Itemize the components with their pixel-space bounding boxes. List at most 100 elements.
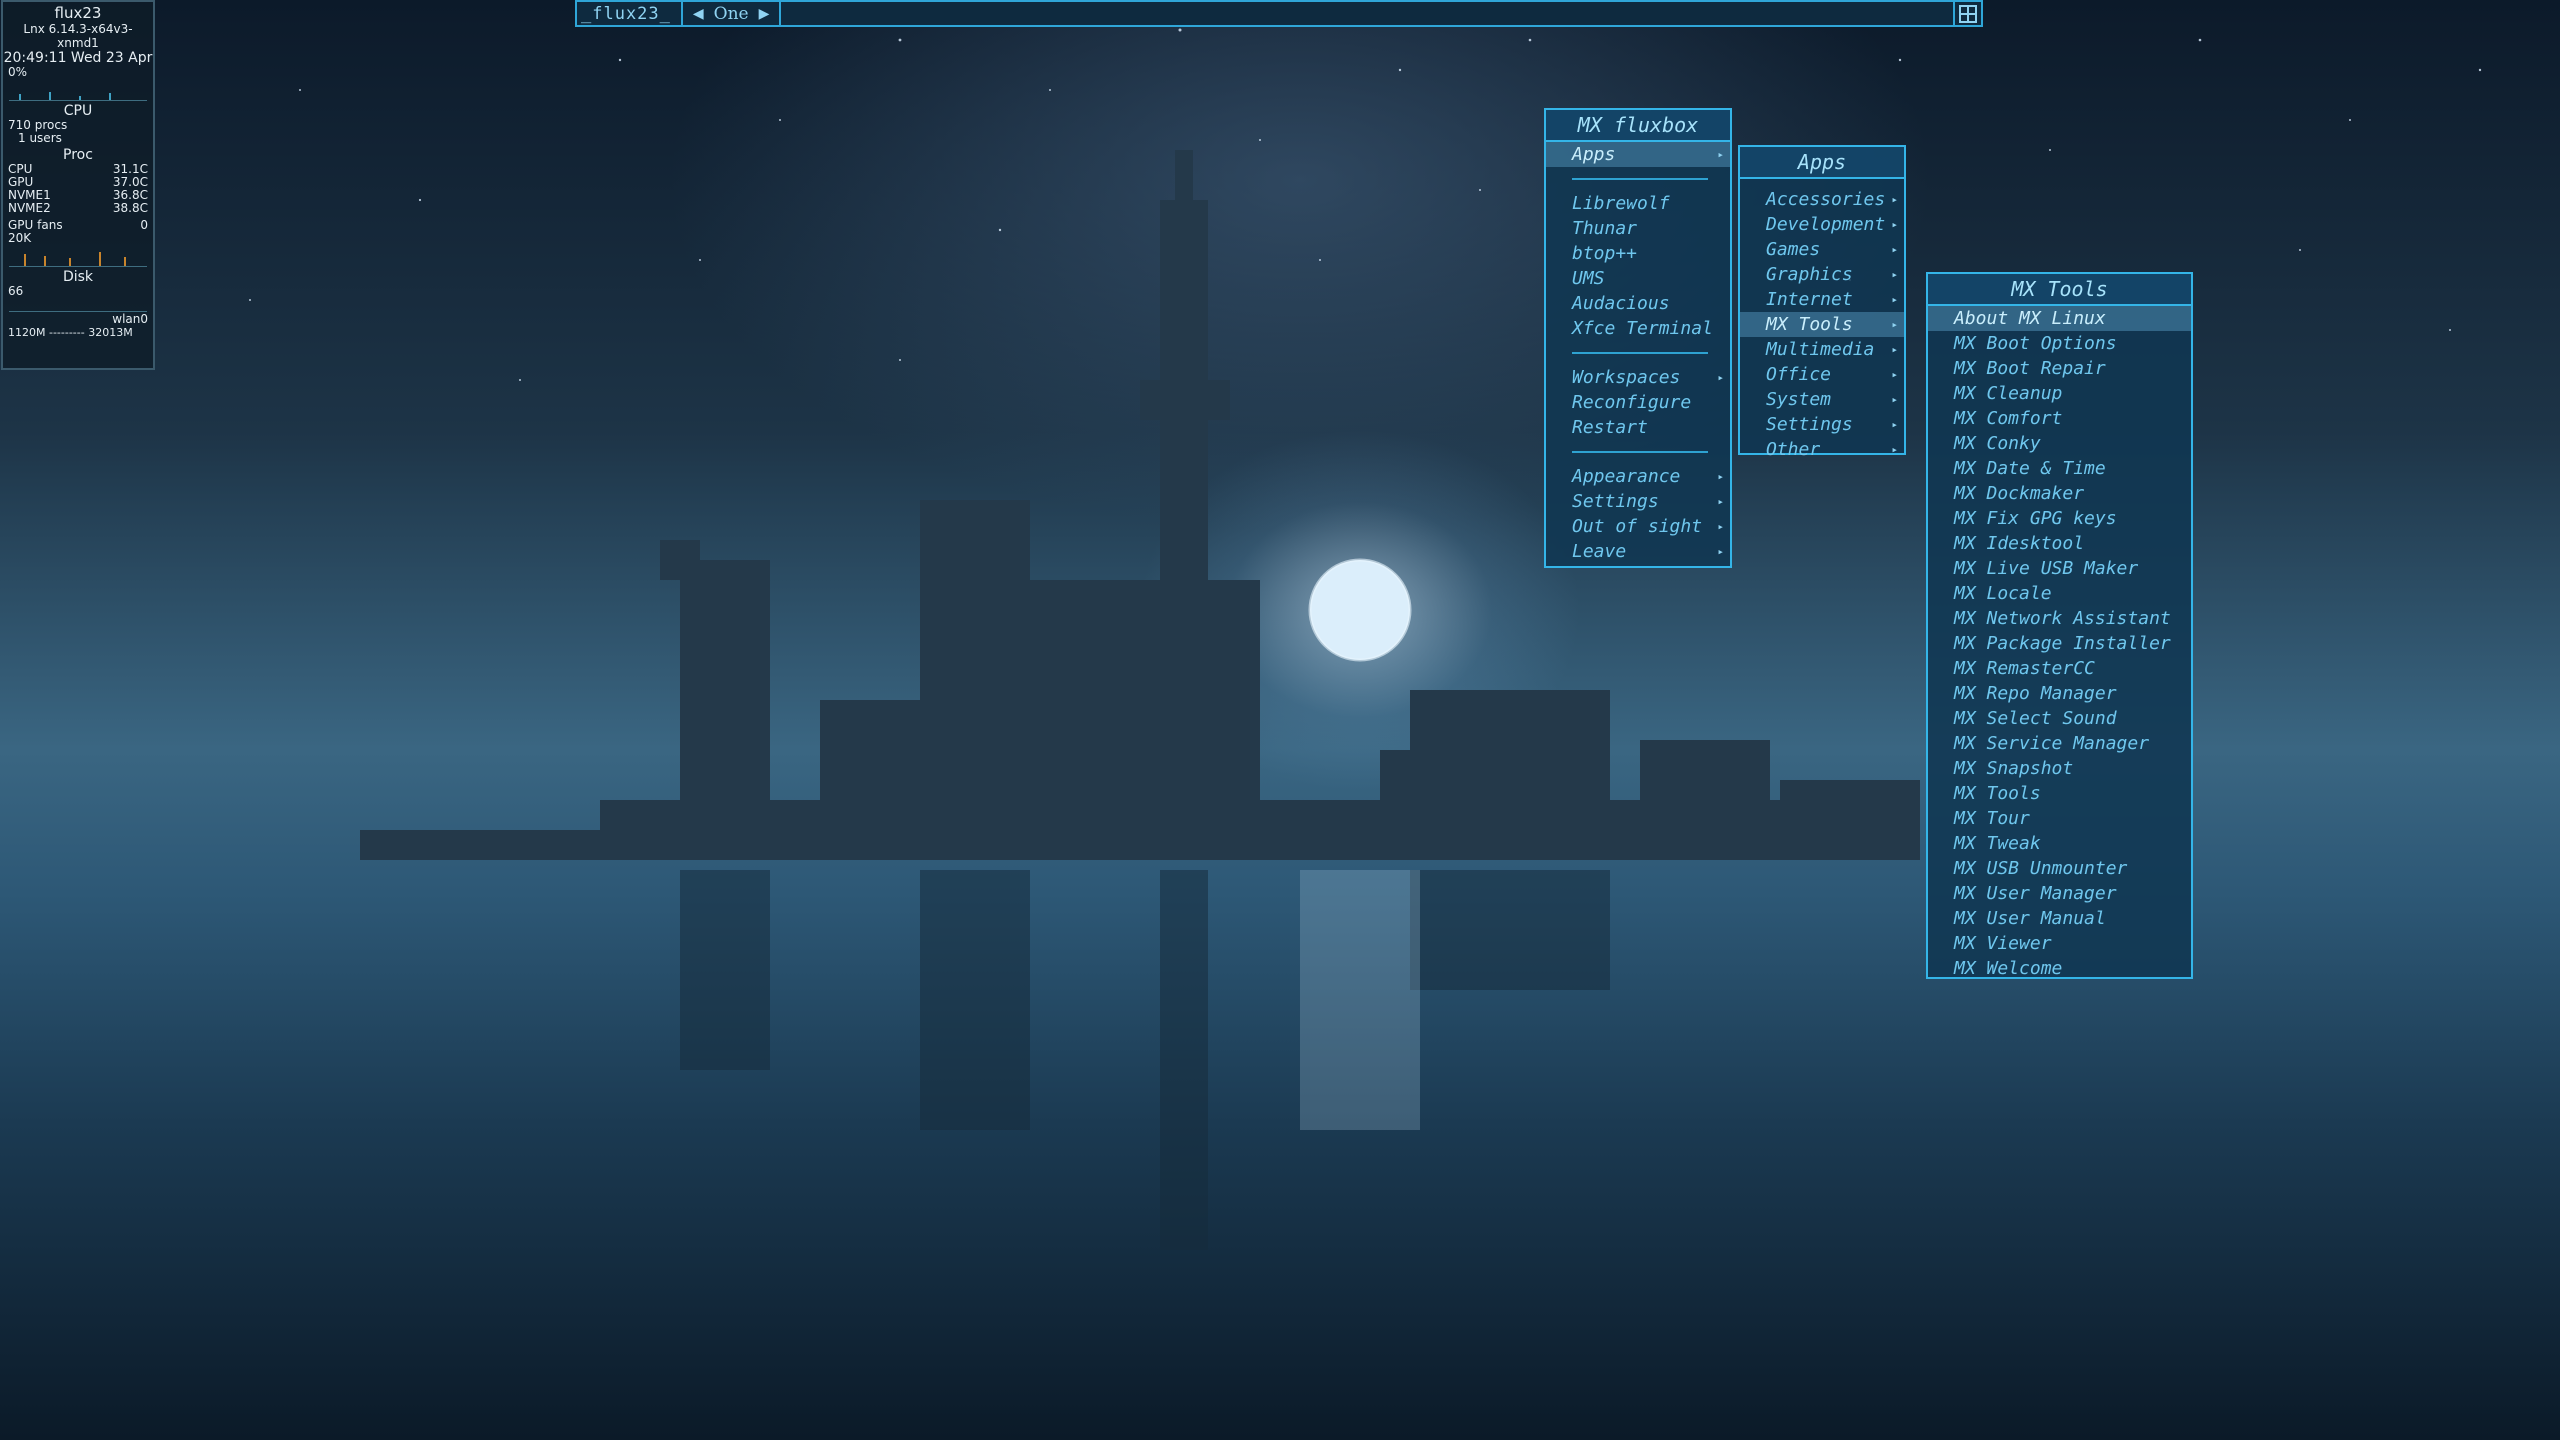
mx-tools-item-about-mx-linux[interactable]: About MX Linux <box>1928 306 2191 331</box>
mx-tools-item-mx-viewer[interactable]: MX Viewer <box>1928 931 2191 956</box>
conky-proc-scale-row: 20K <box>3 232 153 245</box>
mx-tools-item-mx-boot-options[interactable]: MX Boot Options <box>1928 331 2191 356</box>
menu-item-xfce-terminal[interactable]: Xfce Terminal <box>1546 316 1730 341</box>
menu-item-label: Multimedia <box>1766 339 1875 360</box>
submenu-arrow-icon: ▸ <box>1891 268 1898 281</box>
menu-item-appearance[interactable]: Appearance ▸ <box>1546 464 1730 489</box>
mx-tools-item-mx-comfort[interactable]: MX Comfort <box>1928 406 2191 431</box>
mx-tools-item-mx-conky[interactable]: MX Conky <box>1928 431 2191 456</box>
submenu-arrow-icon: ▸ <box>1891 293 1898 306</box>
menu-item-settings[interactable]: Settings ▸ <box>1546 489 1730 514</box>
mx-tools-item-mx-locale[interactable]: MX Locale <box>1928 581 2191 606</box>
mx-tools-item-mx-network-assistant[interactable]: MX Network Assistant <box>1928 606 2191 631</box>
menu-item-label: Leave <box>1572 541 1627 562</box>
mx-tools-item-mx-user-manual[interactable]: MX User Manual <box>1928 906 2191 931</box>
conky-users-row: 1 users <box>3 132 153 145</box>
prev-workspace-button[interactable]: ◀ <box>693 6 704 22</box>
workspace-switcher: ◀ One ▶ <box>683 2 782 25</box>
menu-item-label: Apps <box>1572 144 1616 165</box>
menu-item-label: Graphics <box>1766 264 1853 285</box>
apps-item-system[interactable]: System ▸ <box>1740 387 1904 412</box>
apps-item-mx-tools[interactable]: MX Tools ▸ <box>1740 312 1904 337</box>
conky-proc-label: Proc <box>63 147 93 163</box>
menu-item-restart[interactable]: Restart <box>1546 415 1730 440</box>
apps-item-development[interactable]: Development ▸ <box>1740 212 1904 237</box>
apps-item-settings[interactable]: Settings ▸ <box>1740 412 1904 437</box>
apps-item-accessories[interactable]: Accessories ▸ <box>1740 187 1904 212</box>
apps-menu-items: Accessories ▸ Development ▸ Games ▸ Graphics ▸ I… <box>1740 187 1904 462</box>
menu-item-label: Settings <box>1766 414 1853 435</box>
conky-cpu-label: CPU <box>63 103 93 119</box>
cpu-graph-bars <box>19 92 111 100</box>
conky-net-line: 1120M --------- 32013M <box>8 326 133 339</box>
workspace-name[interactable]: One <box>714 4 749 24</box>
conky-users: 1 users <box>18 131 62 145</box>
mx-tools-item-mx-usb-unmounter[interactable]: MX USB Unmounter <box>1928 856 2191 881</box>
root-menu: MX fluxbox Apps ▸ Librewolf Thunar btop++… <box>1544 108 1732 568</box>
conky-kernel: Lnx 6.14.3-x64v3-xnmd1 <box>23 22 133 50</box>
conky-disk-row: 66 <box>3 285 153 298</box>
apps-item-multimedia[interactable]: Multimedia ▸ <box>1740 337 1904 362</box>
window-layout-icon <box>1959 4 1977 23</box>
apps-item-graphics[interactable]: Graphics ▸ <box>1740 262 1904 287</box>
submenu-arrow-icon: ▸ <box>1891 193 1898 206</box>
menu-item-label: btop++ <box>1572 243 1638 264</box>
mx-tools-item-mx-dockmaker[interactable]: MX Dockmaker <box>1928 481 2191 506</box>
iconbar[interactable] <box>781 2 1953 25</box>
menu-item-label: MX Boot Options <box>1954 333 2117 354</box>
mx-tools-item-mx-live-usb-maker[interactable]: MX Live USB Maker <box>1928 556 2191 581</box>
menu-item-audacious[interactable]: Audacious <box>1546 291 1730 316</box>
mx-tools-item-mx-package-installer[interactable]: MX Package Installer <box>1928 631 2191 656</box>
menu-item-label: UMS <box>1572 268 1605 289</box>
menu-item-label: System <box>1766 389 1832 410</box>
menu-item-out-of-sight[interactable]: Out of sight ▸ <box>1546 514 1730 539</box>
menu-item-btop[interactable]: btop++ <box>1546 241 1730 266</box>
submenu-arrow-icon: ▸ <box>1891 243 1898 256</box>
menu-item-label: Settings <box>1572 491 1659 512</box>
mx-tools-item-mx-tools[interactable]: MX Tools <box>1928 781 2191 806</box>
menu-item-workspaces[interactable]: Workspaces ▸ <box>1546 365 1730 390</box>
mx-tools-item-mx-service-manager[interactable]: MX Service Manager <box>1928 731 2191 756</box>
conky-net-iface: wlan0 <box>112 312 148 326</box>
apps-item-internet[interactable]: Internet ▸ <box>1740 287 1904 312</box>
menu-item-leave[interactable]: Leave ▸ <box>1546 539 1730 564</box>
menu-item-thunar[interactable]: Thunar <box>1546 216 1730 241</box>
mx-tools-item-mx-date-time[interactable]: MX Date & Time <box>1928 456 2191 481</box>
submenu-arrow-icon: ▸ <box>1717 148 1724 161</box>
conky-cpu-percent: 0% <box>8 65 28 79</box>
temp-value: 38.8C <box>112 201 148 215</box>
mx-tools-item-mx-welcome[interactable]: MX Welcome <box>1928 956 2191 981</box>
systray-icon[interactable] <box>1953 2 1981 25</box>
mx-tools-item-mx-remastercc[interactable]: MX RemasterCC <box>1928 656 2191 681</box>
proc-graph-bars <box>24 252 126 266</box>
mx-tools-item-mx-user-manager[interactable]: MX User Manager <box>1928 881 2191 906</box>
mx-tools-item-mx-snapshot[interactable]: MX Snapshot <box>1928 756 2191 781</box>
conky-disk-graph <box>9 299 147 312</box>
submenu-arrow-icon: ▸ <box>1717 371 1724 384</box>
mx-tools-item-mx-fix-gpg-keys[interactable]: MX Fix GPG keys <box>1928 506 2191 531</box>
mx-tools-item-mx-idesktool[interactable]: MX Idesktool <box>1928 531 2191 556</box>
mx-tools-item-mx-repo-manager[interactable]: MX Repo Manager <box>1928 681 2191 706</box>
menu-item-librewolf[interactable]: Librewolf <box>1546 191 1730 216</box>
mx-tools-submenu: MX Tools About MX Linux MX Boot Options MX… <box>1926 272 2193 979</box>
apps-item-office[interactable]: Office ▸ <box>1740 362 1904 387</box>
menu-item-label: Accessories <box>1766 189 1886 210</box>
menu-item-reconfigure[interactable]: Reconfigure <box>1546 390 1730 415</box>
menu-item-label: Reconfigure <box>1572 392 1692 413</box>
menu-item-ums[interactable]: UMS <box>1546 266 1730 291</box>
apps-item-games[interactable]: Games ▸ <box>1740 237 1904 262</box>
menu-item-apps[interactable]: Apps ▸ <box>1546 142 1730 167</box>
menu-item-label: MX Package Installer <box>1954 633 2171 654</box>
menu-item-label: MX USB Unmounter <box>1954 858 2128 879</box>
apps-item-other[interactable]: Other ▸ <box>1740 437 1904 462</box>
mx-tools-item-mx-tour[interactable]: MX Tour <box>1928 806 2191 831</box>
mx-tools-item-mx-select-sound[interactable]: MX Select Sound <box>1928 706 2191 731</box>
conky-disk-value: 66 <box>8 284 24 298</box>
mx-tools-item-mx-boot-repair[interactable]: MX Boot Repair <box>1928 356 2191 381</box>
mx-tools-item-mx-cleanup[interactable]: MX Cleanup <box>1928 381 2191 406</box>
next-workspace-button[interactable]: ▶ <box>759 6 770 22</box>
submenu-arrow-icon: ▸ <box>1891 393 1898 406</box>
mx-tools-item-mx-tweak[interactable]: MX Tweak <box>1928 831 2191 856</box>
menu-item-label: Librewolf <box>1572 193 1670 214</box>
menu-item-label: Out of sight <box>1572 516 1703 537</box>
